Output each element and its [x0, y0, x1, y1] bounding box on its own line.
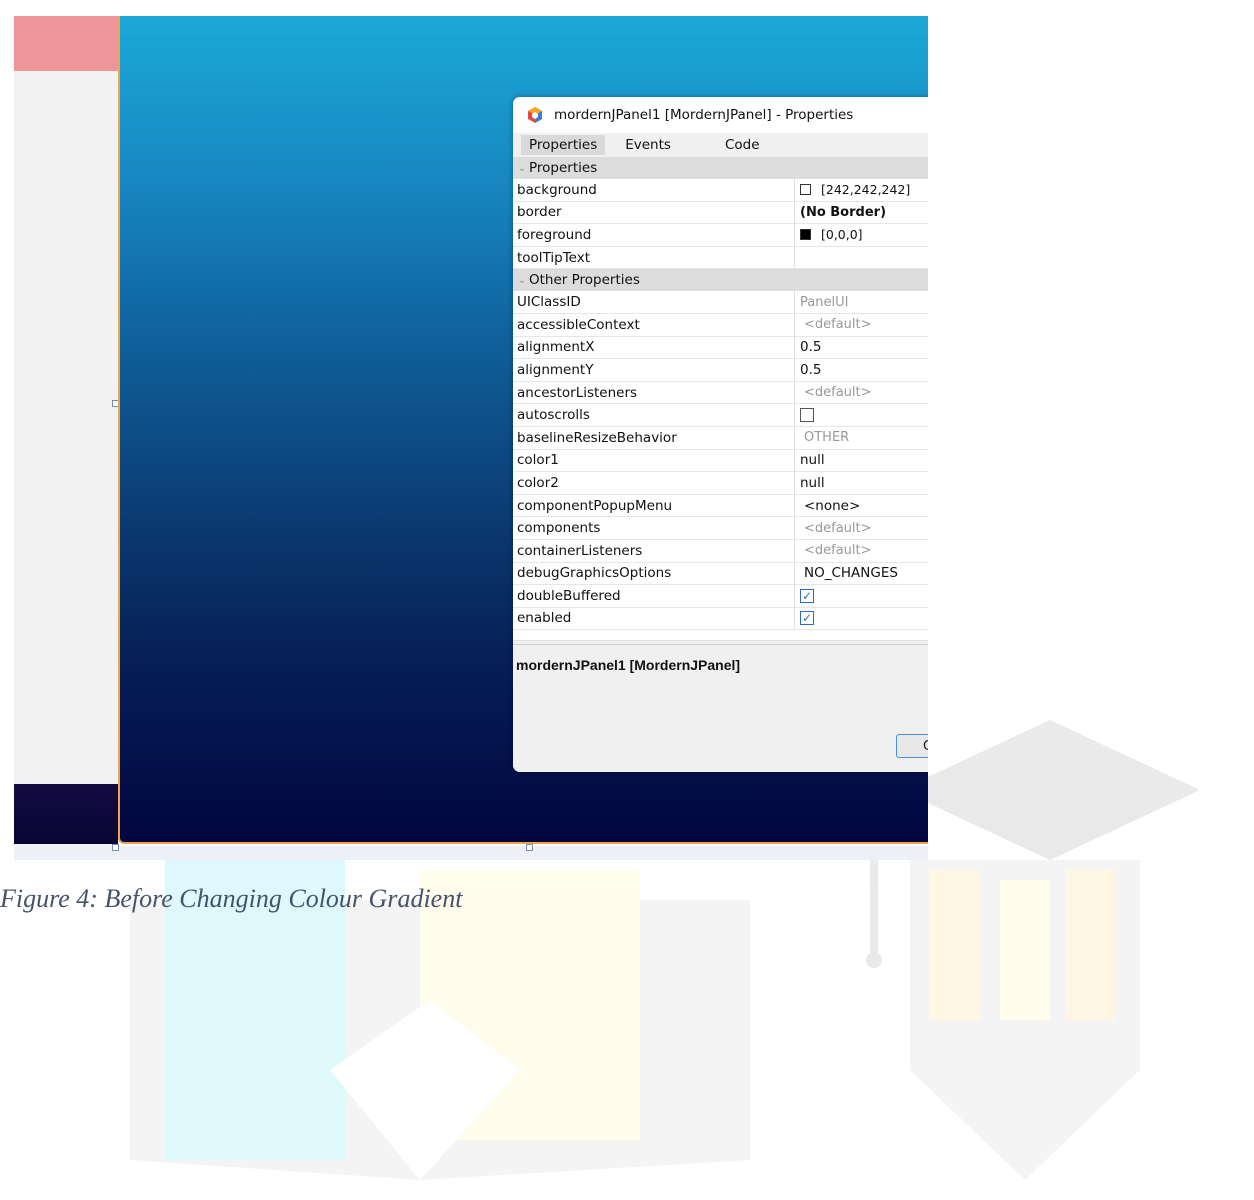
property-value[interactable]: null [795, 472, 928, 494]
property-value[interactable]: (No Border) [795, 202, 928, 224]
color-swatch [800, 229, 811, 241]
left-header-bar [14, 16, 118, 71]
property-row-alignmenty[interactable]: alignmentY 0.5 [513, 359, 928, 382]
property-name: UIClassID [513, 291, 795, 313]
property-name: alignmentX [513, 336, 795, 359]
property-row-baselineresizebehavior[interactable]: baselineResizeBehavior OTHER [513, 426, 928, 450]
property-row-partial [513, 630, 928, 642]
property-value[interactable]: ✓ [795, 608, 928, 630]
property-value[interactable]: <none> [795, 495, 928, 517]
resize-handle-bottom[interactable] [526, 844, 533, 851]
property-value[interactable] [795, 247, 928, 269]
color-value: [0,0,0] [821, 227, 863, 243]
category-other-properties[interactable]: ⌄ Other Properties [513, 269, 928, 292]
property-row-color1[interactable]: color1 null [513, 449, 928, 473]
property-name: baselineResizeBehavior [513, 426, 795, 449]
property-value[interactable]: <default> [795, 382, 928, 404]
property-row-tooltiptext[interactable]: toolTipText [513, 246, 928, 270]
property-value[interactable]: OTHER [795, 427, 928, 449]
resize-handle-bottom-left[interactable] [112, 844, 119, 851]
left-footer-bar [14, 784, 118, 844]
dialog-titlebar[interactable]: mordernJPanel1 [MordernJPanel] - Propert… [513, 97, 928, 133]
property-row-containerlisteners[interactable]: containerListeners <default> [513, 539, 928, 563]
property-row-border[interactable]: border (No Border) [513, 201, 928, 225]
property-value[interactable]: 0.5 [795, 359, 928, 381]
chevron-down-icon: ⌄ [517, 162, 527, 174]
property-row-doublebuffered[interactable]: doubleBuffered ✓ [513, 585, 928, 608]
property-value[interactable]: <default> [795, 540, 928, 562]
property-row-enabled[interactable]: enabled ✓ [513, 607, 928, 631]
property-row-alignmentx[interactable]: alignmentX 0.5 [513, 336, 928, 360]
color-swatch [800, 184, 811, 196]
dialog-title: mordernJPanel1 [MordernJPanel] - Propert… [554, 107, 854, 123]
property-value[interactable]: <default> [795, 517, 928, 539]
property-row-uiclassid[interactable]: UIClassID PanelUI [513, 291, 928, 314]
property-row-ancestorlisteners[interactable]: ancestorListeners <default> [513, 381, 928, 405]
tab-properties[interactable]: Properties [521, 135, 606, 155]
property-value[interactable]: <default> [795, 314, 928, 336]
property-row-debuggraphicsoptions[interactable]: debugGraphicsOptions NO_CHANGES [513, 562, 928, 586]
property-row-componentpopupmenu[interactable]: componentPopupMenu <none> [513, 494, 928, 518]
category-label: Properties [529, 160, 598, 176]
tab-code[interactable]: Code [717, 135, 768, 155]
property-value[interactable]: PanelUI [795, 291, 928, 313]
property-row-accessiblecontext[interactable]: accessibleContext <default> [513, 313, 928, 337]
property-name: componentPopupMenu [513, 494, 795, 517]
property-row-background[interactable]: background [242,242,242] [513, 179, 928, 202]
property-name: border [513, 201, 795, 224]
left-form-panel [14, 16, 118, 860]
property-row-color2[interactable]: color2 null [513, 472, 928, 495]
property-value[interactable]: [0,0,0] [795, 224, 928, 246]
property-name: color1 [513, 449, 795, 472]
property-name: ancestorListeners [513, 381, 795, 404]
close-button[interactable]: C [896, 734, 928, 758]
property-name: toolTipText [513, 246, 795, 269]
property-name: debugGraphicsOptions [513, 562, 795, 585]
property-row-components[interactable]: components <default> [513, 517, 928, 540]
property-name: foreground [513, 224, 795, 246]
property-sheet: ⌄ Properties background [242,242,242] bo… [513, 157, 928, 642]
property-row-autoscrolls[interactable]: autoscrolls [513, 404, 928, 427]
figure-caption: Figure 4: Before Changing Colour Gradien… [0, 884, 463, 913]
property-name: alignmentY [513, 359, 795, 381]
doublebuffered-checkbox[interactable]: ✓ [800, 588, 814, 603]
dialog-tabs: Properties Events Code [513, 133, 928, 157]
property-value[interactable]: [242,242,242] [795, 179, 928, 201]
property-row-foreground[interactable]: foreground [0,0,0] [513, 224, 928, 247]
designer-bottom-strip [14, 846, 928, 860]
property-name: enabled [513, 607, 795, 630]
enabled-checkbox[interactable]: ✓ [800, 611, 814, 626]
property-value[interactable]: NO_CHANGES [795, 563, 928, 585]
property-name: doubleBuffered [513, 585, 795, 607]
property-name: containerListeners [513, 539, 795, 562]
property-name: components [513, 517, 795, 539]
property-value[interactable]: ✓ [795, 585, 928, 607]
property-name: color2 [513, 472, 795, 494]
bean-icon [528, 107, 542, 123]
description-title: mordernJPanel1 [MordernJPanel] [516, 657, 741, 673]
property-value[interactable]: 0.5 [795, 337, 928, 359]
property-name: accessibleContext [513, 313, 795, 336]
autoscrolls-checkbox[interactable] [800, 408, 814, 423]
color-value: [242,242,242] [821, 182, 911, 198]
property-name: autoscrolls [513, 404, 795, 426]
properties-dialog: mordernJPanel1 [MordernJPanel] - Propert… [513, 97, 928, 772]
property-name: background [513, 179, 795, 201]
ide-screenshot: mordernJPanel1 [MordernJPanel] - Propert… [14, 16, 928, 860]
property-value[interactable]: null [795, 450, 928, 472]
category-label: Other Properties [529, 272, 640, 289]
description-panel: mordernJPanel1 [MordernJPanel] C [513, 644, 928, 772]
category-properties[interactable]: ⌄ Properties [513, 157, 928, 179]
tab-events[interactable]: Events [617, 135, 679, 155]
chevron-down-icon: ⌄ [517, 274, 527, 286]
property-value[interactable] [795, 404, 928, 426]
